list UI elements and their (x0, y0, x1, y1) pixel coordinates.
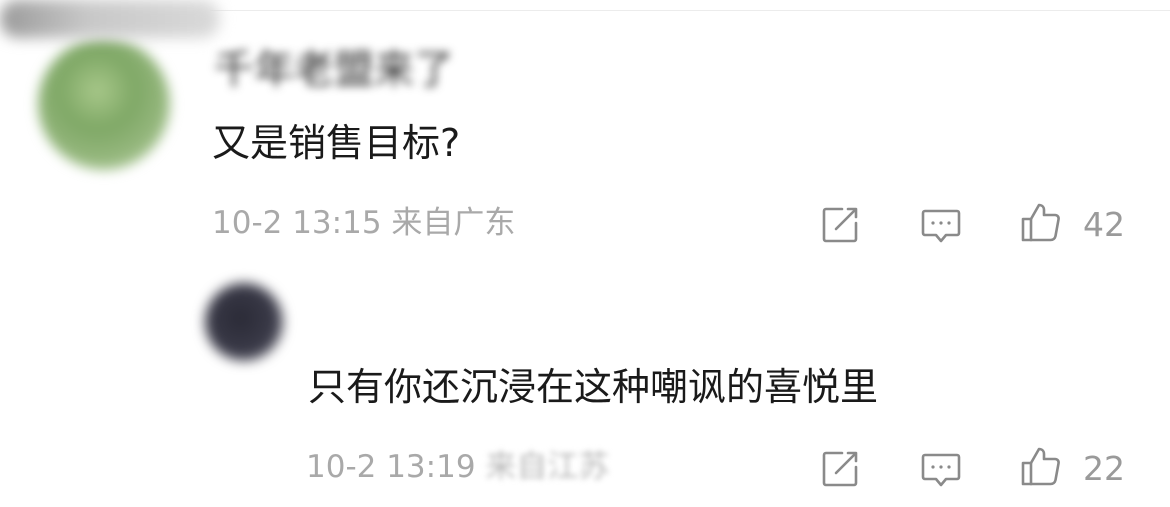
comment-icon[interactable] (919, 447, 963, 491)
comment-meta: 10-2 13:19 来自江苏 (306, 452, 609, 483)
comment-timestamp: 10-2 13:19 (306, 449, 476, 485)
comment-location: 来自广东 (391, 205, 516, 241)
author-name[interactable]: 千年老盟来了 (214, 50, 454, 90)
top-divider (210, 10, 1170, 11)
like-count: 22 (1083, 449, 1125, 488)
comment-meta: 10-2 13:15 来自广东 (212, 208, 515, 239)
avatar[interactable] (205, 283, 283, 361)
like-count: 42 (1083, 205, 1125, 244)
reply-item: 只有你还沉浸在这种嘲讽的喜悦里 10-2 13:19 来自江苏 22 (0, 0, 1170, 487)
comment-text: 只有你还沉浸在这种嘲讽的喜悦里 (308, 365, 879, 409)
comment-timestamp: 10-2 13:15 (212, 205, 382, 241)
comment-text: 又是销售目标? (212, 121, 461, 165)
comment-icon[interactable] (919, 203, 963, 247)
thumbs-up-icon[interactable] (1019, 444, 1063, 488)
author-name[interactable] (0, 0, 220, 38)
edit-icon[interactable] (818, 447, 862, 491)
comment-location: 来自江苏 (485, 449, 610, 485)
avatar[interactable] (38, 38, 170, 170)
thumbs-up-icon[interactable] (1019, 200, 1063, 244)
edit-icon[interactable] (818, 203, 862, 247)
